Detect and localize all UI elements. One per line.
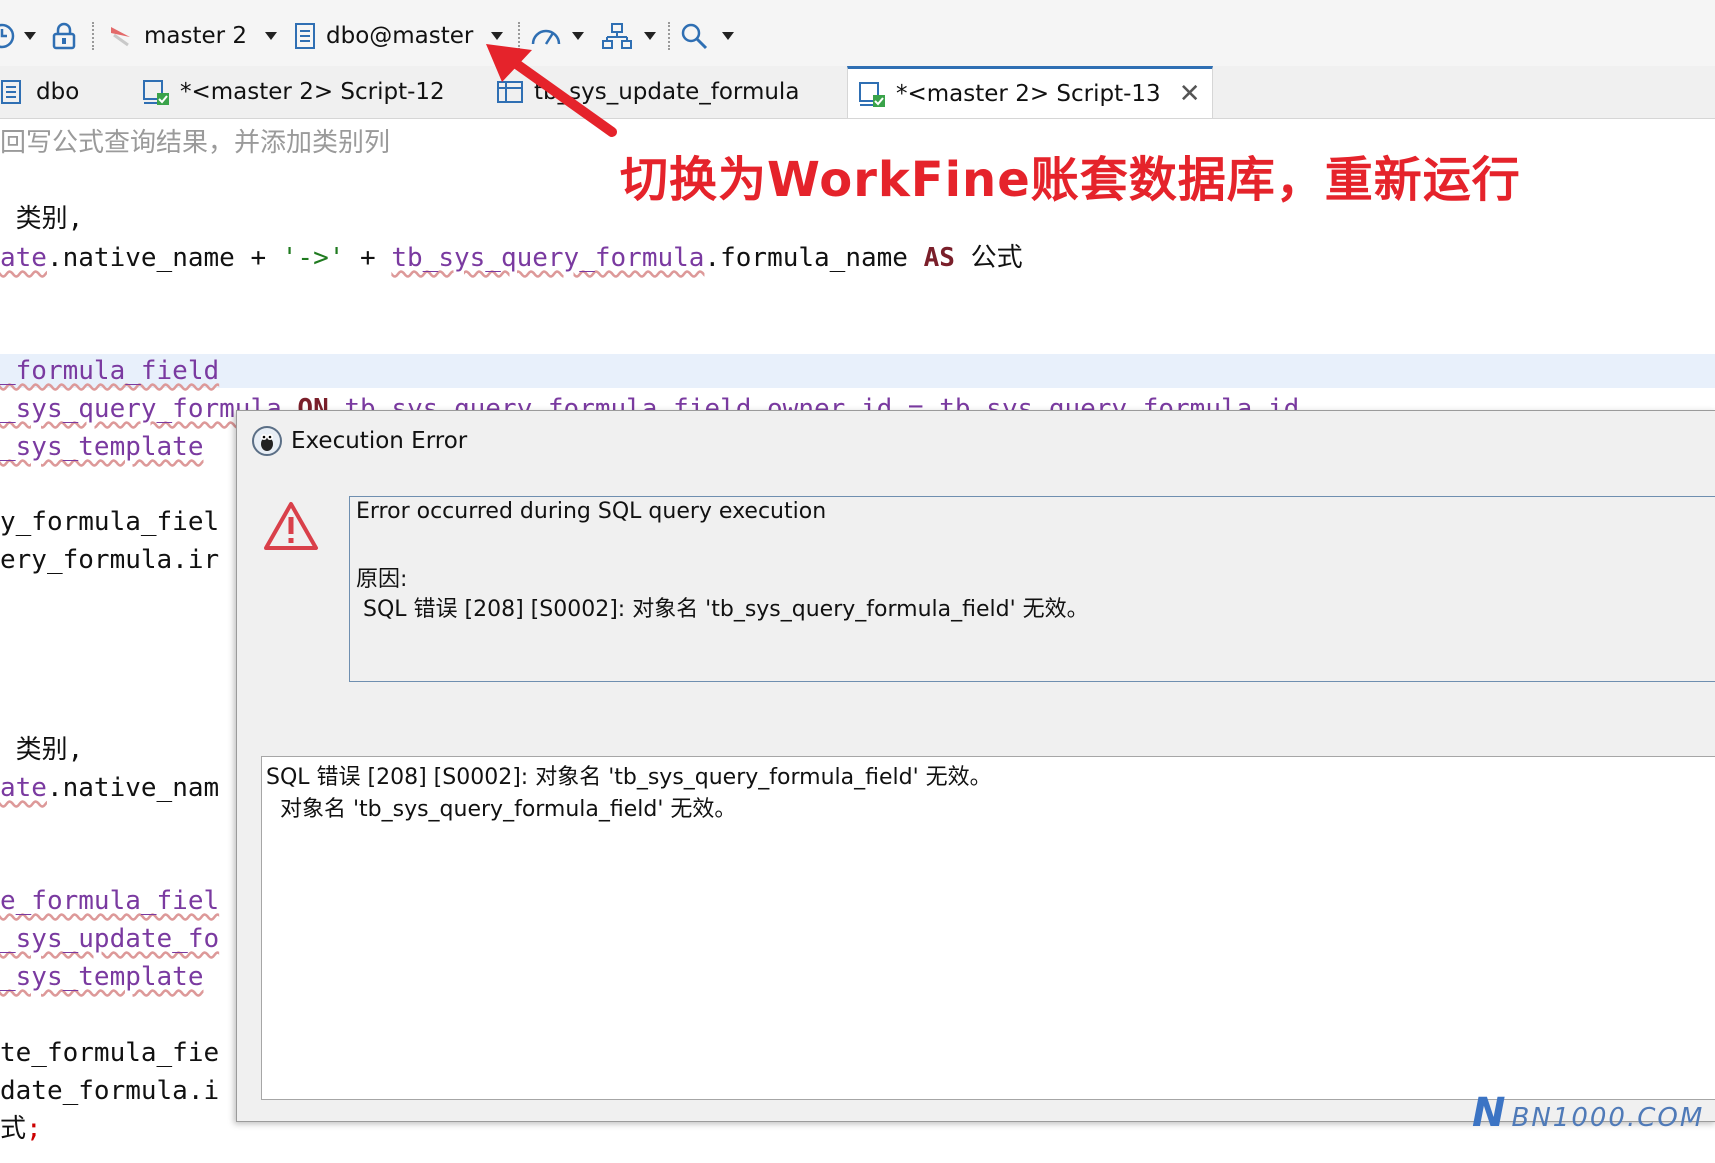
detail-line: SQL 错误 [208] [S0002]: 对象名 'tb_sys_query_… — [266, 765, 992, 790]
dialog-title-bar[interactable]: Execution Error — [237, 411, 1715, 471]
tab-label: dbo — [36, 79, 80, 105]
code-line: 类别, — [0, 735, 84, 765]
dialog-title: Execution Error — [291, 428, 468, 454]
app-logo-icon — [252, 426, 282, 456]
tab-label: *<master 2> Script-12 — [180, 79, 445, 105]
sql-script-icon — [143, 80, 169, 105]
history-dropdown-icon[interactable] — [24, 18, 36, 54]
code-line: ery_formula.ir — [0, 545, 220, 575]
reason-label: 原因: — [356, 567, 408, 592]
execution-error-dialog: Execution Error Error occurred during SQ… — [236, 410, 1715, 1122]
editor-comment: 回写公式查询结果，并添加类别列 — [0, 128, 391, 158]
sql-script-icon — [859, 81, 885, 107]
code-line: _sys_template — [0, 962, 204, 992]
database-selector[interactable]: dbo@master — [294, 18, 504, 54]
code-line: te_formula_fie — [0, 1038, 220, 1068]
lock-icon[interactable] — [52, 18, 76, 54]
connection-label: master 2 — [144, 23, 248, 49]
error-heading: Error occurred during SQL query executio… — [356, 499, 827, 524]
annotation-arrow-icon — [486, 44, 617, 137]
close-icon[interactable]: ✕ — [1179, 81, 1201, 107]
connection-icon — [111, 27, 130, 47]
error-message-box: Error occurred during SQL query executio… — [349, 496, 1715, 682]
code-line: _sys_update_fo — [0, 924, 220, 954]
connection-selector[interactable]: master 2 — [108, 18, 278, 54]
tab-label: *<master 2> Script-13 — [896, 80, 1161, 107]
code-line: ate.native_nam — [0, 773, 220, 803]
annotation-text: 切换为WorkFine账套数据库，重新运行 — [620, 152, 1521, 208]
database-icon — [295, 23, 315, 49]
code-line: 式; — [0, 1114, 42, 1144]
warning-icon — [264, 502, 318, 550]
code-line: ate.native_name + '->' + tb_sys_query_fo… — [0, 243, 1023, 273]
connection-dropdown-icon[interactable] — [265, 32, 278, 40]
code-line: date_formula.i — [0, 1076, 220, 1106]
toolbar-separator — [92, 22, 96, 50]
tab-script-12[interactable]: *<master 2> Script-12 — [142, 66, 445, 118]
code-line-current: _formula_field — [0, 354, 1715, 388]
code-line: _sys_template — [0, 432, 204, 462]
toolbar-separator — [668, 22, 672, 50]
history-icon[interactable] — [0, 18, 16, 54]
editor-tab-bar: dbo *<master 2> Script-12 tb_sys_update_… — [0, 66, 1715, 119]
database-label: dbo@master — [326, 23, 474, 49]
detail-line: 对象名 'tb_sys_query_formula_field' 无效。 — [266, 797, 737, 822]
error-details-text-area[interactable]: SQL 错误 [208] [S0002]: 对象名 'tb_sys_query_… — [261, 756, 1715, 1100]
tab-dbo[interactable]: dbo — [0, 66, 79, 118]
network-dropdown-icon[interactable] — [644, 18, 656, 54]
reason-text: SQL 错误 [208] [S0002]: 对象名 'tb_sys_query_… — [356, 597, 1089, 622]
main-toolbar: master 2 dbo@master — [0, 0, 1715, 67]
database-dropdown-icon[interactable] — [491, 32, 504, 40]
watermark-logo: N BN1000.COM — [1472, 1090, 1705, 1136]
search-icon[interactable] — [680, 18, 708, 54]
code-line: 类别, — [0, 204, 84, 234]
search-dropdown-icon[interactable] — [722, 18, 734, 54]
code-line: e_formula_fiel — [0, 886, 220, 916]
schema-icon — [1, 80, 21, 104]
tab-script-13[interactable]: *<master 2> Script-13 ✕ — [847, 66, 1214, 118]
code-line: y_formula_fiel — [0, 507, 220, 537]
